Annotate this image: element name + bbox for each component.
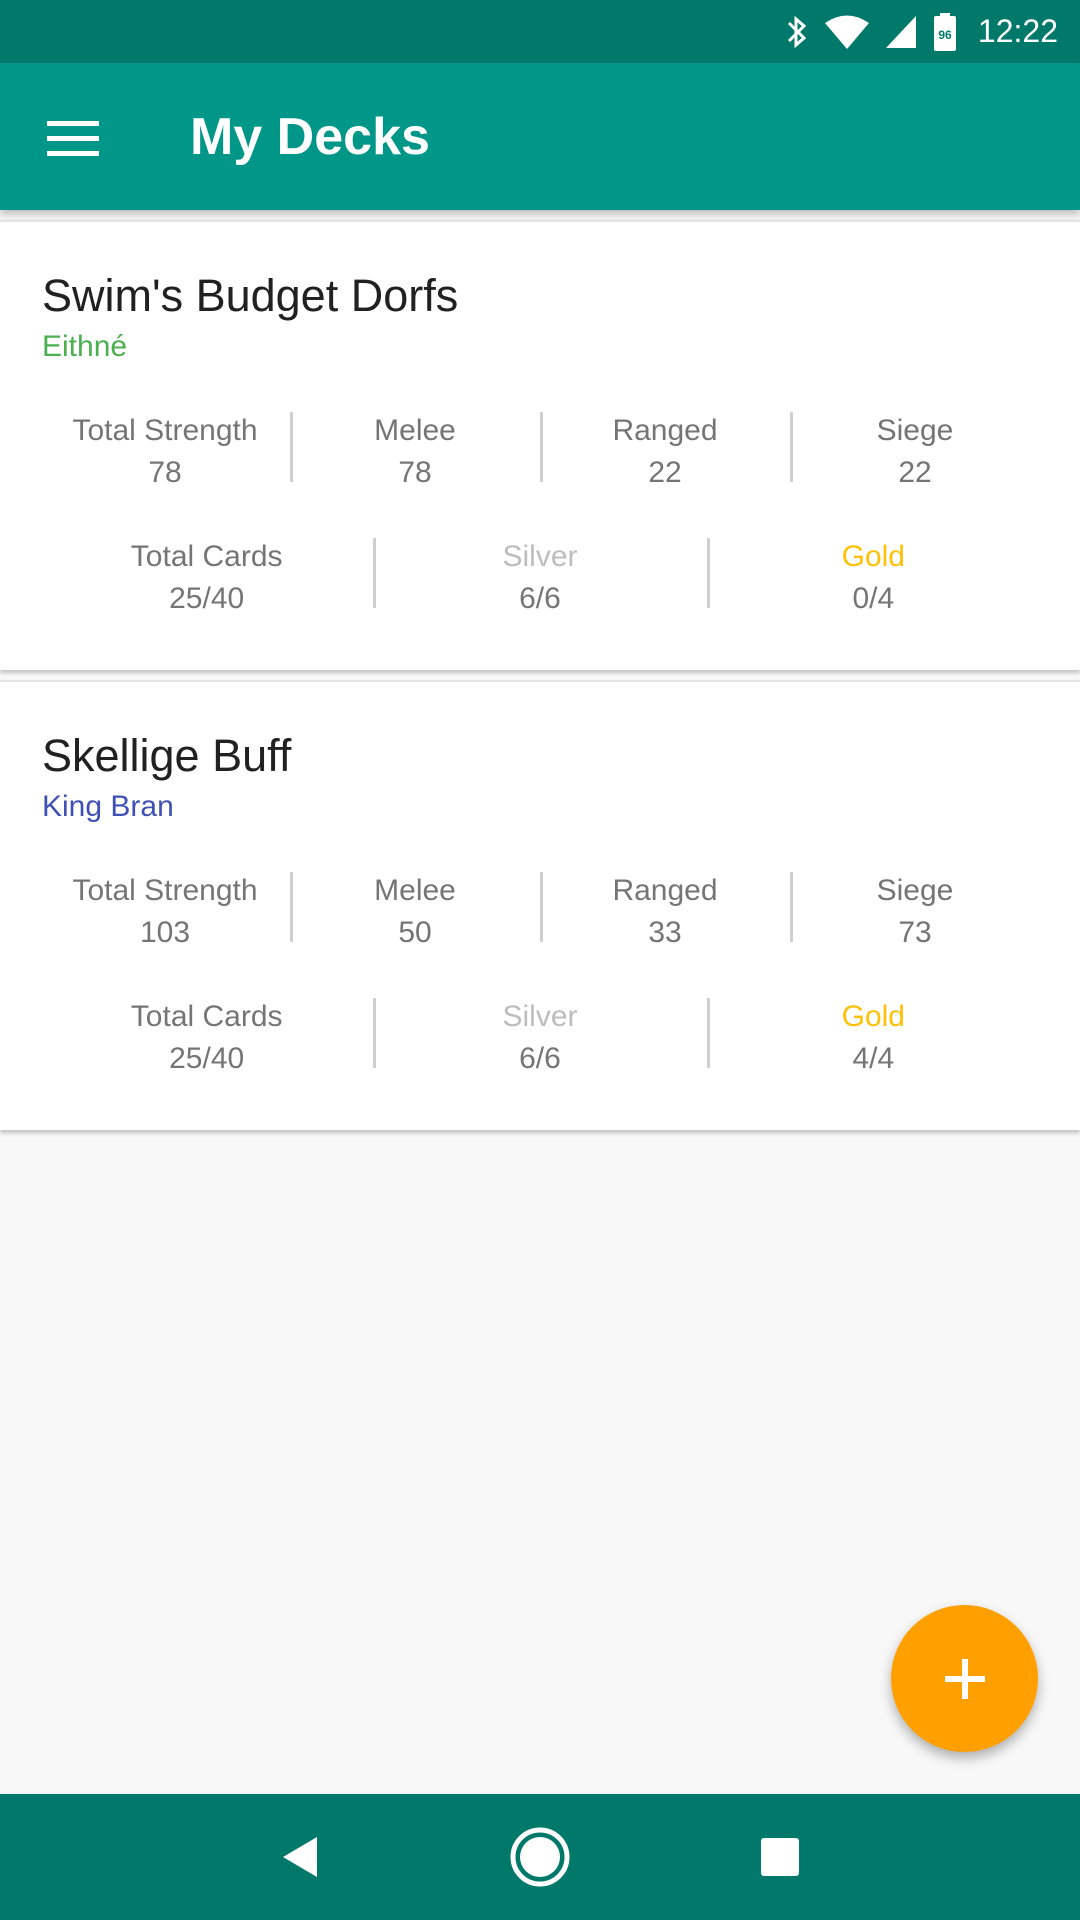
wifi-icon [824, 15, 869, 49]
deck-leader: Eithné [42, 330, 128, 363]
stat-gold: Gold 0/4 [706, 538, 1040, 615]
add-deck-button[interactable] [891, 1605, 1038, 1752]
stat-value: 4/4 [852, 1042, 895, 1075]
stat-ranged: Ranged 22 [540, 412, 790, 489]
stat-label: Melee [374, 874, 456, 907]
stat-label: Total Cards [130, 1000, 283, 1033]
stat-label: Ranged [612, 414, 718, 447]
home-button[interactable] [490, 1807, 590, 1907]
menu-button[interactable] [28, 103, 118, 173]
stat-total-strength: Total Strength 78 [40, 412, 290, 489]
stat-total-cards: Total Cards 25/40 [40, 998, 373, 1075]
page-title: My Decks [190, 108, 430, 166]
stat-silver: Silver 6/6 [373, 998, 706, 1075]
cell-signal-icon [885, 15, 916, 48]
cards-row: Total Cards 25/40 Silver 6/6 Gold 0/4 [40, 538, 1040, 615]
deck-name: Swim's Budget Dorfs [42, 270, 459, 321]
deck-card[interactable]: Swim's Budget Dorfs Eithné Total Strengt… [0, 220, 1080, 670]
deck-name: Skellige Buff [42, 730, 292, 781]
deck-list: Swim's Budget Dorfs Eithné Total Strengt… [0, 210, 1080, 1794]
stat-ranged: Ranged 33 [540, 872, 790, 949]
strength-row: Total Strength 78 Melee 78 Ranged 22 Sie… [40, 412, 1040, 489]
stat-label: Siege [876, 874, 954, 907]
recents-icon [761, 1838, 799, 1876]
plus-icon [944, 1658, 985, 1699]
stat-label: Melee [374, 414, 456, 447]
stat-melee: Melee 78 [290, 412, 540, 489]
battery-level: 96 [938, 28, 952, 42]
stat-siege: Siege 73 [790, 872, 1040, 949]
home-icon [510, 1827, 570, 1887]
stat-value: 50 [398, 916, 432, 949]
stat-value: 78 [398, 456, 432, 489]
stat-value: 25/40 [169, 582, 245, 615]
status-bar: 96 12:22 [0, 0, 1080, 63]
stat-label: Gold [841, 1000, 905, 1033]
stat-value: 73 [898, 916, 932, 949]
stat-label: Gold [841, 540, 905, 573]
stat-value: 0/4 [852, 582, 895, 615]
stat-melee: Melee 50 [290, 872, 540, 949]
stat-siege: Siege 22 [790, 412, 1040, 489]
deck-leader: King Bran [42, 790, 174, 823]
clock: 12:22 [977, 13, 1058, 49]
stat-silver: Silver 6/6 [373, 538, 706, 615]
stat-label: Silver [502, 540, 578, 573]
stat-label: Total Strength [72, 874, 258, 907]
system-nav-bar [0, 1794, 1080, 1920]
stat-total-strength: Total Strength 103 [40, 872, 290, 949]
stat-value: 33 [648, 916, 682, 949]
stat-value: 25/40 [169, 1042, 245, 1075]
stat-total-cards: Total Cards 25/40 [40, 538, 373, 615]
strength-row: Total Strength 103 Melee 50 Ranged 33 Si… [40, 872, 1040, 949]
stat-label: Total Cards [130, 540, 283, 573]
stat-value: 78 [148, 456, 182, 489]
stat-label: Silver [502, 1000, 578, 1033]
stat-value: 22 [898, 456, 932, 489]
bluetooth-icon [787, 15, 807, 48]
battery-icon: 96 [933, 12, 956, 51]
stat-value: 6/6 [519, 582, 561, 615]
stat-label: Total Strength [72, 414, 258, 447]
cards-row: Total Cards 25/40 Silver 6/6 Gold 4/4 [40, 998, 1040, 1075]
stat-value: 103 [139, 916, 191, 949]
stat-value: 6/6 [519, 1042, 561, 1075]
back-icon [283, 1837, 317, 1877]
deck-card[interactable]: Skellige Buff King Bran Total Strength 1… [0, 680, 1080, 1130]
recents-button[interactable] [730, 1807, 830, 1907]
app-bar: My Decks [0, 63, 1080, 210]
hamburger-menu-icon [47, 121, 99, 156]
stat-label: Siege [876, 414, 954, 447]
stat-gold: Gold 4/4 [706, 998, 1040, 1075]
stat-value: 22 [648, 456, 682, 489]
back-button[interactable] [250, 1807, 350, 1907]
stat-label: Ranged [612, 874, 718, 907]
